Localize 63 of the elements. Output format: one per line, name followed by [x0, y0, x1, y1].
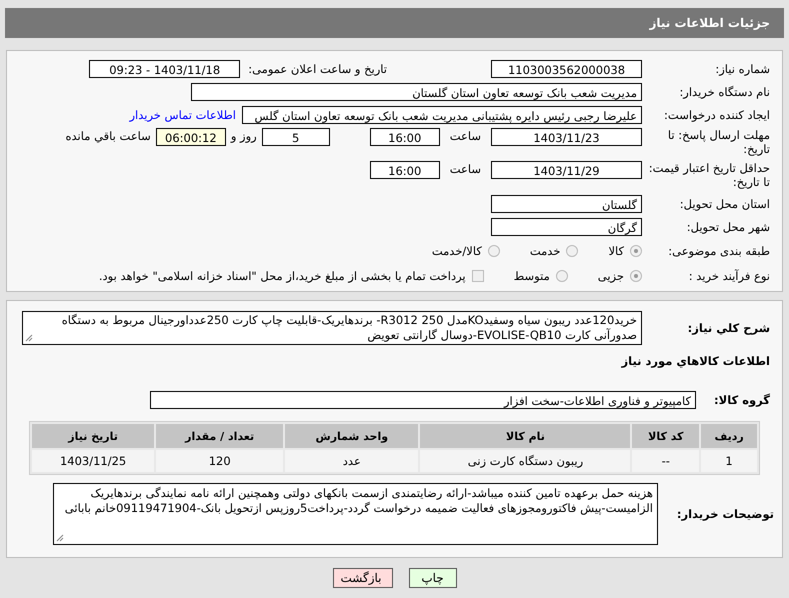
input-field[interactable]: 16:00: [370, 161, 440, 179]
field-label: مهلت ارسال پاسخ: تا تاریخ:: [666, 127, 771, 156]
input-field[interactable]: گرگان: [491, 218, 642, 236]
field-label: ایجاد کننده درخواست:: [663, 108, 771, 122]
input-field[interactable]: 1403/11/23: [491, 128, 642, 146]
contact-link[interactable]: اطلاعات تماس خریدار: [129, 108, 236, 122]
input-field[interactable]: 1103003562000038: [491, 60, 642, 78]
notes-area[interactable]: هزینه حمل برعهده تامین کننده میباشد-ارائه رضایتمندی ازسمت بانکهای دولتی وهمچنین ارائه نامه نمایندگی برندهایریک الزامیست-پیش فاکتورومجوزهای فعالیت ضمیمه درخواست گردد-پرداخت5روزپس ازتحویل بانک-09119471904خانم بابائی: [53, 483, 658, 545]
print-button[interactable]: چاپ: [408, 568, 456, 588]
table-cell: عدد: [285, 450, 418, 472]
field-label: طبقه بندی موضوعی:: [667, 244, 771, 258]
checkbox-label: پرداخت تمام یا بخشی از مبلغ خرید،از محل "اسناد خزانه اسلامی" خواهد بود.: [98, 268, 466, 282]
table-cell: 120: [156, 450, 284, 472]
back-button[interactable]: بازگشت: [332, 568, 392, 588]
field-label: روز و: [230, 129, 257, 143]
checkbox[interactable]: [472, 270, 484, 282]
radio-label: جزیی: [598, 268, 624, 282]
field-label: ساعت باقي مانده: [66, 129, 151, 143]
field-label: شماره نیاز:: [714, 62, 771, 76]
input-field[interactable]: 1403/11/18 - 09:23: [89, 60, 240, 78]
field-label: استان محل تحویل:: [678, 196, 771, 210]
column-header: کد کالا: [632, 424, 700, 448]
table-cell: --: [632, 450, 700, 472]
radio-button[interactable]: [566, 245, 578, 257]
input-field[interactable]: کامپیوتر و فناوری اطلاعات-سخت افزار: [150, 390, 696, 408]
field-label: حداقل تاریخ اعتبار قیمت: تا تاریخ:: [648, 160, 771, 189]
resize-grip-icon[interactable]: [56, 534, 64, 542]
input-field[interactable]: علیرضا رجبی رئیس دایره پشتیبانی مدیریت شعب بانک توسعه تعاون استان گلس: [242, 106, 642, 124]
radio-button[interactable]: [488, 245, 500, 257]
table-cell: 1: [701, 450, 757, 472]
description-area[interactable]: خرید120عدد ریبون سیاه وسفیدKOمدل 250 R3012- برندهایریک-قابلیت چاپ کارت 250عدداورجینال مربوط به دستگاه صدورآنی کارت EVOLISE-QB10-دوسال گارانتی تعویض: [22, 311, 642, 345]
input-field[interactable]: 16:00: [370, 128, 440, 146]
column-header: تعداد / مقدار: [156, 424, 284, 448]
radio-label: کالا: [608, 244, 624, 258]
resize-grip-icon[interactable]: [25, 334, 33, 342]
input-field[interactable]: 1403/11/29: [491, 161, 642, 179]
table-cell: ریبون دستگاه کارت زنی: [420, 450, 630, 472]
radio-button[interactable]: [556, 270, 568, 282]
table-cell: 1403/11/25: [32, 450, 154, 472]
countdown-field: 06:00:12: [156, 128, 226, 146]
column-header: نام کالا: [420, 424, 630, 448]
field-label: گروه کالا:: [713, 392, 771, 406]
section-heading: اطلاعات کالاهاي مورد نیاز: [622, 354, 771, 368]
radio-label: کالا/خدمت: [432, 244, 482, 258]
radio-button[interactable]: [630, 245, 642, 257]
input-field[interactable]: مدیریت شعب بانک توسعه تعاون استان گلستان: [191, 82, 642, 100]
radio-button[interactable]: [630, 270, 642, 282]
column-header: ردیف: [701, 424, 757, 448]
field-label: شرح کلي نیاز:: [686, 320, 771, 335]
field-label: توضیحات خریدار:: [676, 507, 775, 521]
column-header: واحد شمارش: [285, 424, 418, 448]
input-field[interactable]: گلستان: [491, 194, 642, 212]
field-label: ساعت: [450, 162, 481, 176]
field-label: نوع فرآیند خرید :: [688, 268, 771, 282]
radio-label: متوسط: [514, 268, 550, 282]
field-label: تاریخ و ساعت اعلان عمومی:: [248, 62, 387, 76]
column-header: تاریخ نیاز: [32, 424, 154, 448]
input-field[interactable]: 5: [262, 128, 330, 146]
field-label: شهر محل تحویل:: [686, 220, 771, 234]
field-label: نام دستگاه خریدار:: [678, 84, 771, 98]
page-title: جزئیات اطلاعات نیاز: [5, 8, 784, 38]
radio-label: خدمت: [530, 244, 560, 258]
field-label: ساعت: [450, 129, 481, 143]
